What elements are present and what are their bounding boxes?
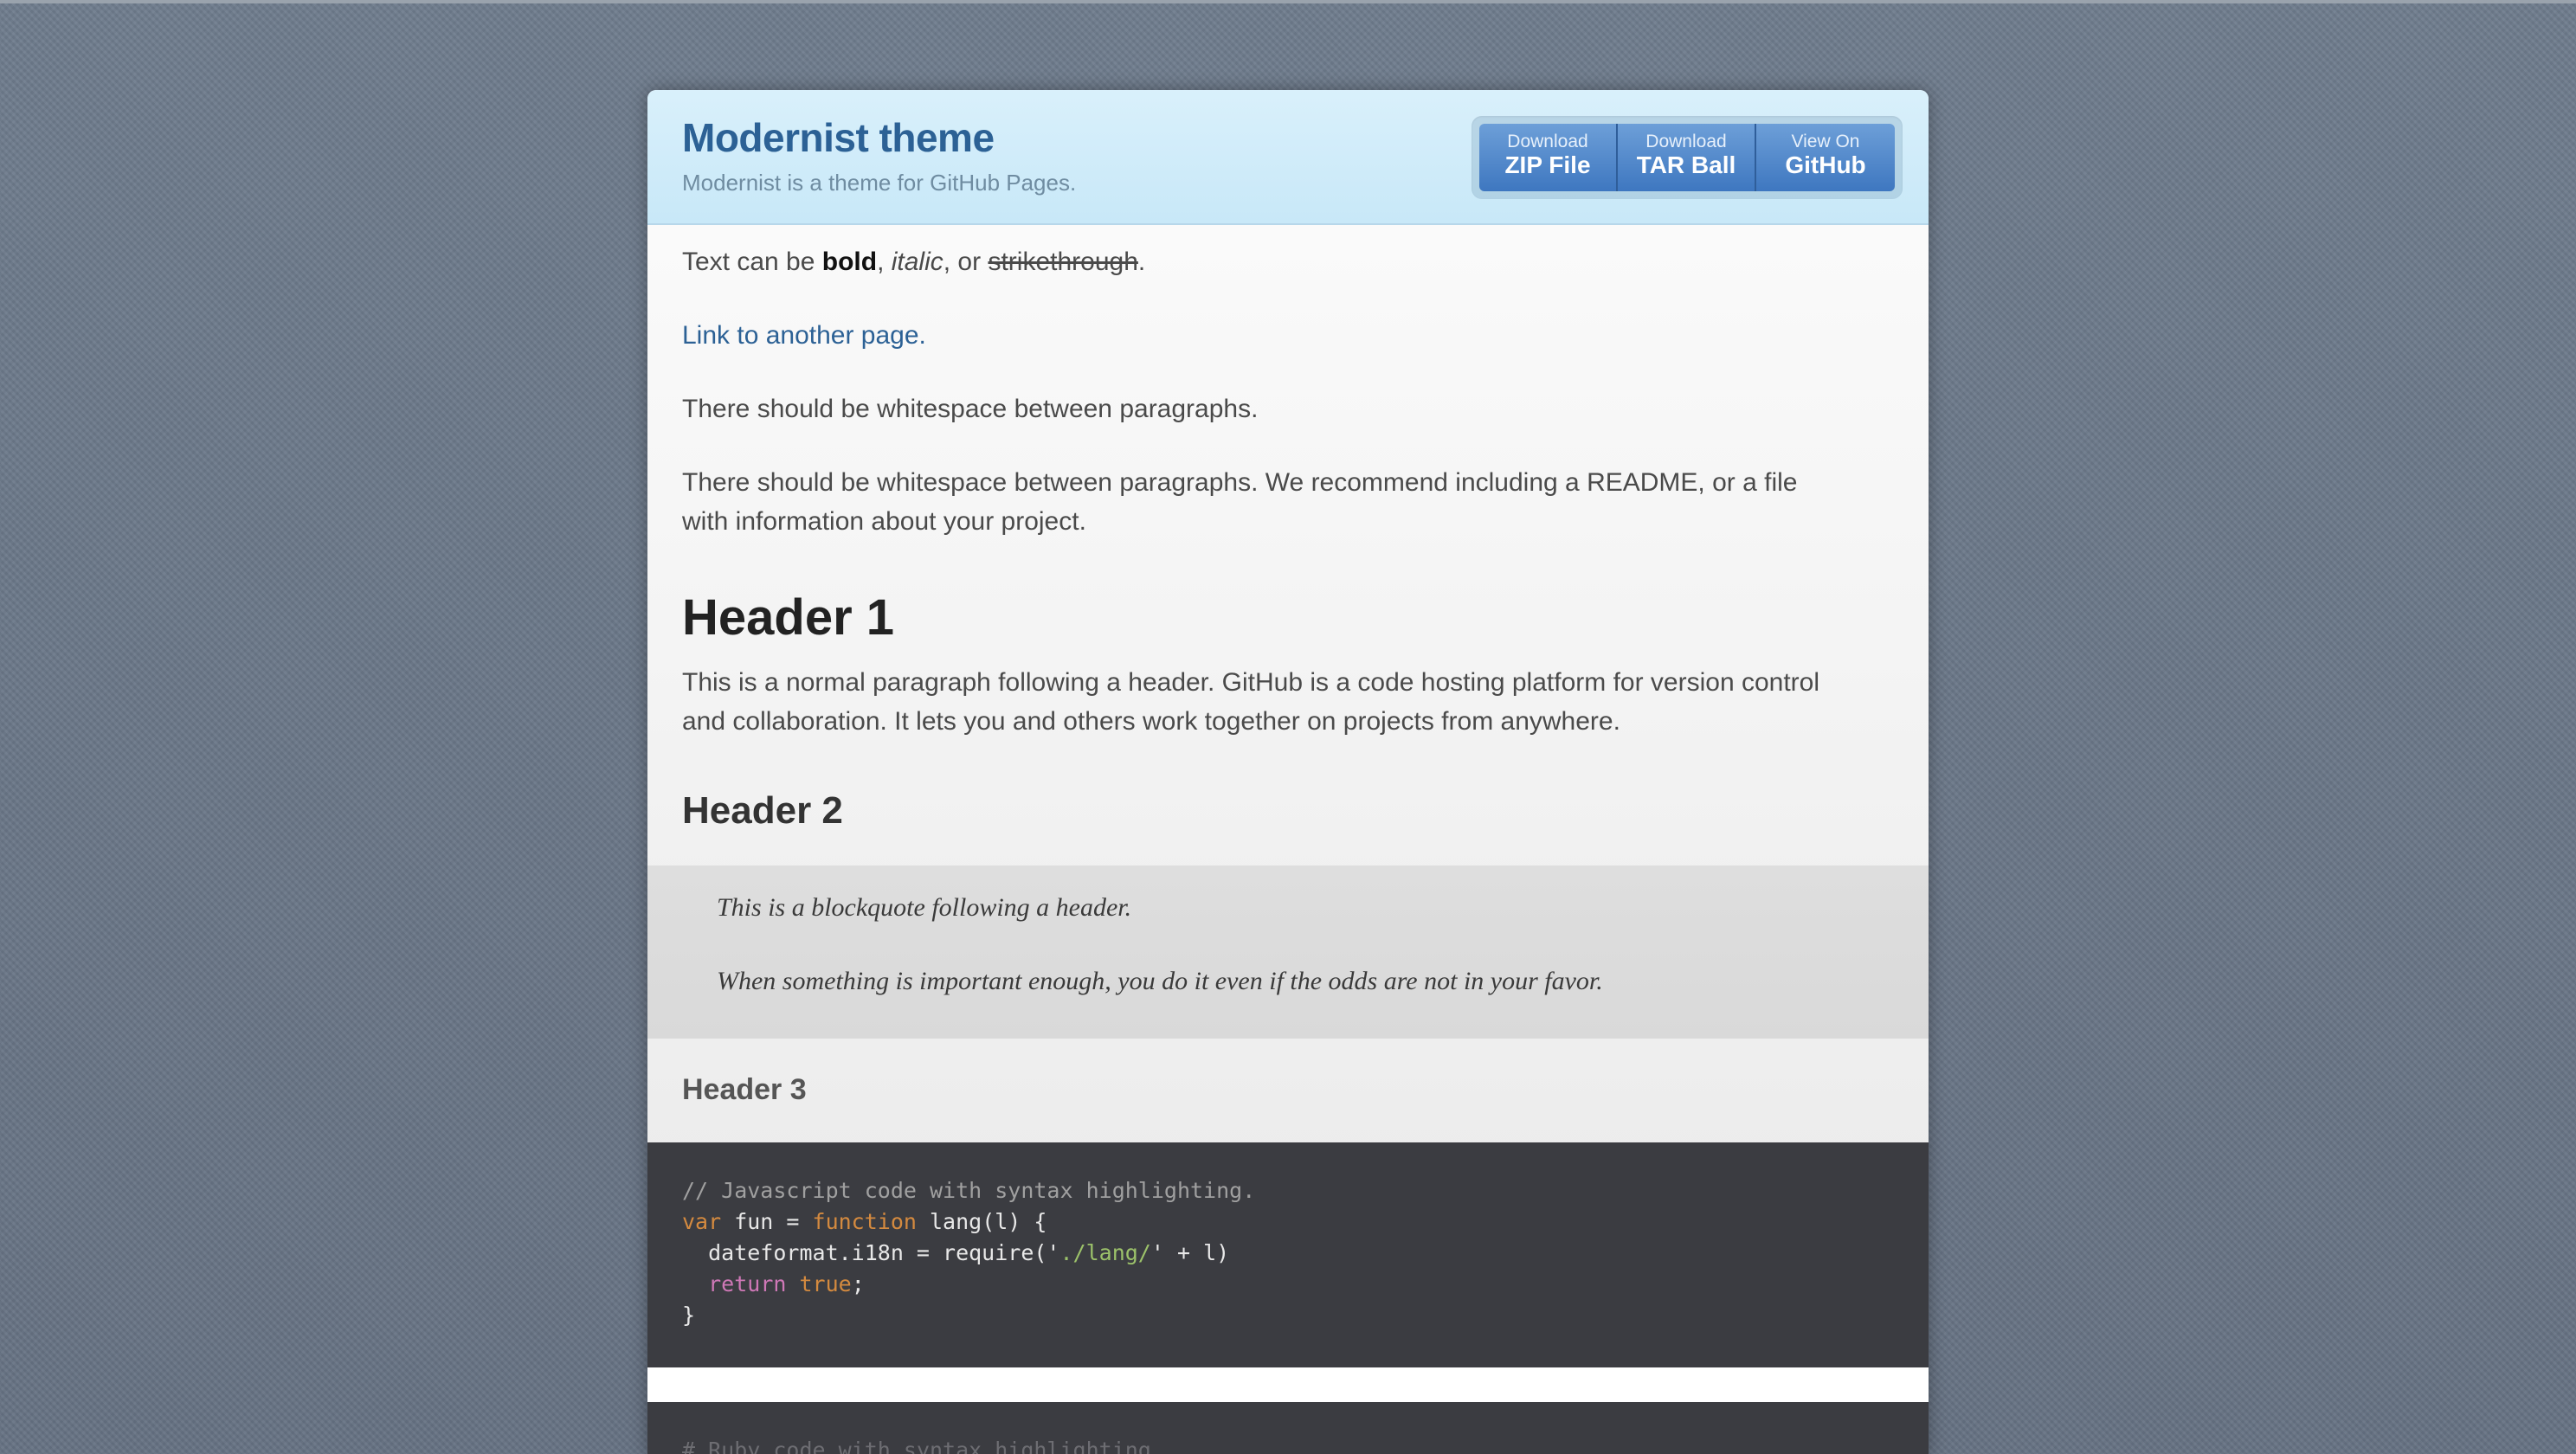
paragraph-readme: There should be whitespace between parag… (682, 468, 1798, 536)
header-2: Header 2 (682, 789, 843, 832)
paragraph-whitespace: There should be whitespace between parag… (682, 395, 1259, 423)
header-1: Header 1 (682, 589, 895, 646)
site-tagline: Modernist is a theme for GitHub Pages. (682, 170, 1077, 196)
code-text: fun = (721, 1209, 813, 1234)
code-keyword: var (682, 1209, 722, 1234)
view-on-github-button[interactable]: View On GitHub (1756, 124, 1895, 191)
code-text: dateformat.i18n = require(' (682, 1240, 1060, 1265)
download-tar-small-label: Download (1645, 132, 1727, 151)
page-wrapper: Modernist theme Modernist is a theme for… (647, 90, 1929, 1454)
browser-top-edge (0, 0, 2576, 3)
code-comment: # Ruby code with syntax highlighting (682, 1438, 1151, 1454)
download-zip-button[interactable]: Download ZIP File (1479, 124, 1618, 191)
code-comment: // Javascript code with syntax highlight… (682, 1178, 1256, 1203)
another-page-link[interactable]: Link to another page. (682, 321, 926, 350)
separator: , or (943, 248, 989, 276)
code-text: } (682, 1303, 696, 1328)
separator: , (877, 248, 892, 276)
blockquote-line: This is a blockquote following a header. (717, 893, 1132, 922)
bold-text: bold (821, 248, 878, 276)
blockquote: This is a blockquote following a header.… (647, 865, 1929, 1039)
download-tar-big-label: TAR Ball (1636, 151, 1736, 178)
link-paragraph: Link to another page. (682, 316, 1877, 355)
javascript-code-block: // Javascript code with syntax highlight… (647, 1142, 1929, 1367)
formatting-paragraph: Text can be bold, italic, or strikethrou… (682, 242, 1877, 281)
code-keyword: return (708, 1271, 787, 1296)
header-3: Header 3 (682, 1073, 807, 1106)
code-text: lang(l) { (916, 1209, 1047, 1234)
code-keyword: function (812, 1209, 917, 1234)
site-header: Modernist theme Modernist is a theme for… (647, 90, 1929, 225)
code-text: ' + l) (1150, 1240, 1230, 1265)
blockquote-line: When something is important enough, you … (717, 967, 1603, 995)
ruby-code-block: # Ruby code with syntax highlighting (647, 1402, 1929, 1454)
view-on-github-big-label: GitHub (1785, 151, 1866, 178)
period: . (1137, 248, 1146, 276)
code-text: ; (851, 1271, 865, 1296)
view-on-github-small-label: View On (1791, 132, 1860, 151)
download-zip-big-label: ZIP File (1504, 151, 1591, 178)
code-literal: true (799, 1271, 852, 1296)
italic-text: italic (891, 248, 943, 276)
code-string: ./lang/ (1059, 1240, 1151, 1265)
main-content: Text can be bold, italic, or strikethrou… (647, 225, 1929, 1454)
download-buttons: Download ZIP File Download TAR Ball View… (1472, 116, 1903, 199)
download-tar-button[interactable]: Download TAR Ball (1618, 124, 1756, 191)
paragraph-after-header: This is a normal paragraph following a h… (682, 668, 1820, 736)
download-zip-small-label: Download (1507, 132, 1588, 151)
strikethrough-text: strikethrough (988, 248, 1138, 276)
text-prefix: Text can be (682, 248, 822, 276)
site-title: Modernist theme (682, 115, 995, 160)
